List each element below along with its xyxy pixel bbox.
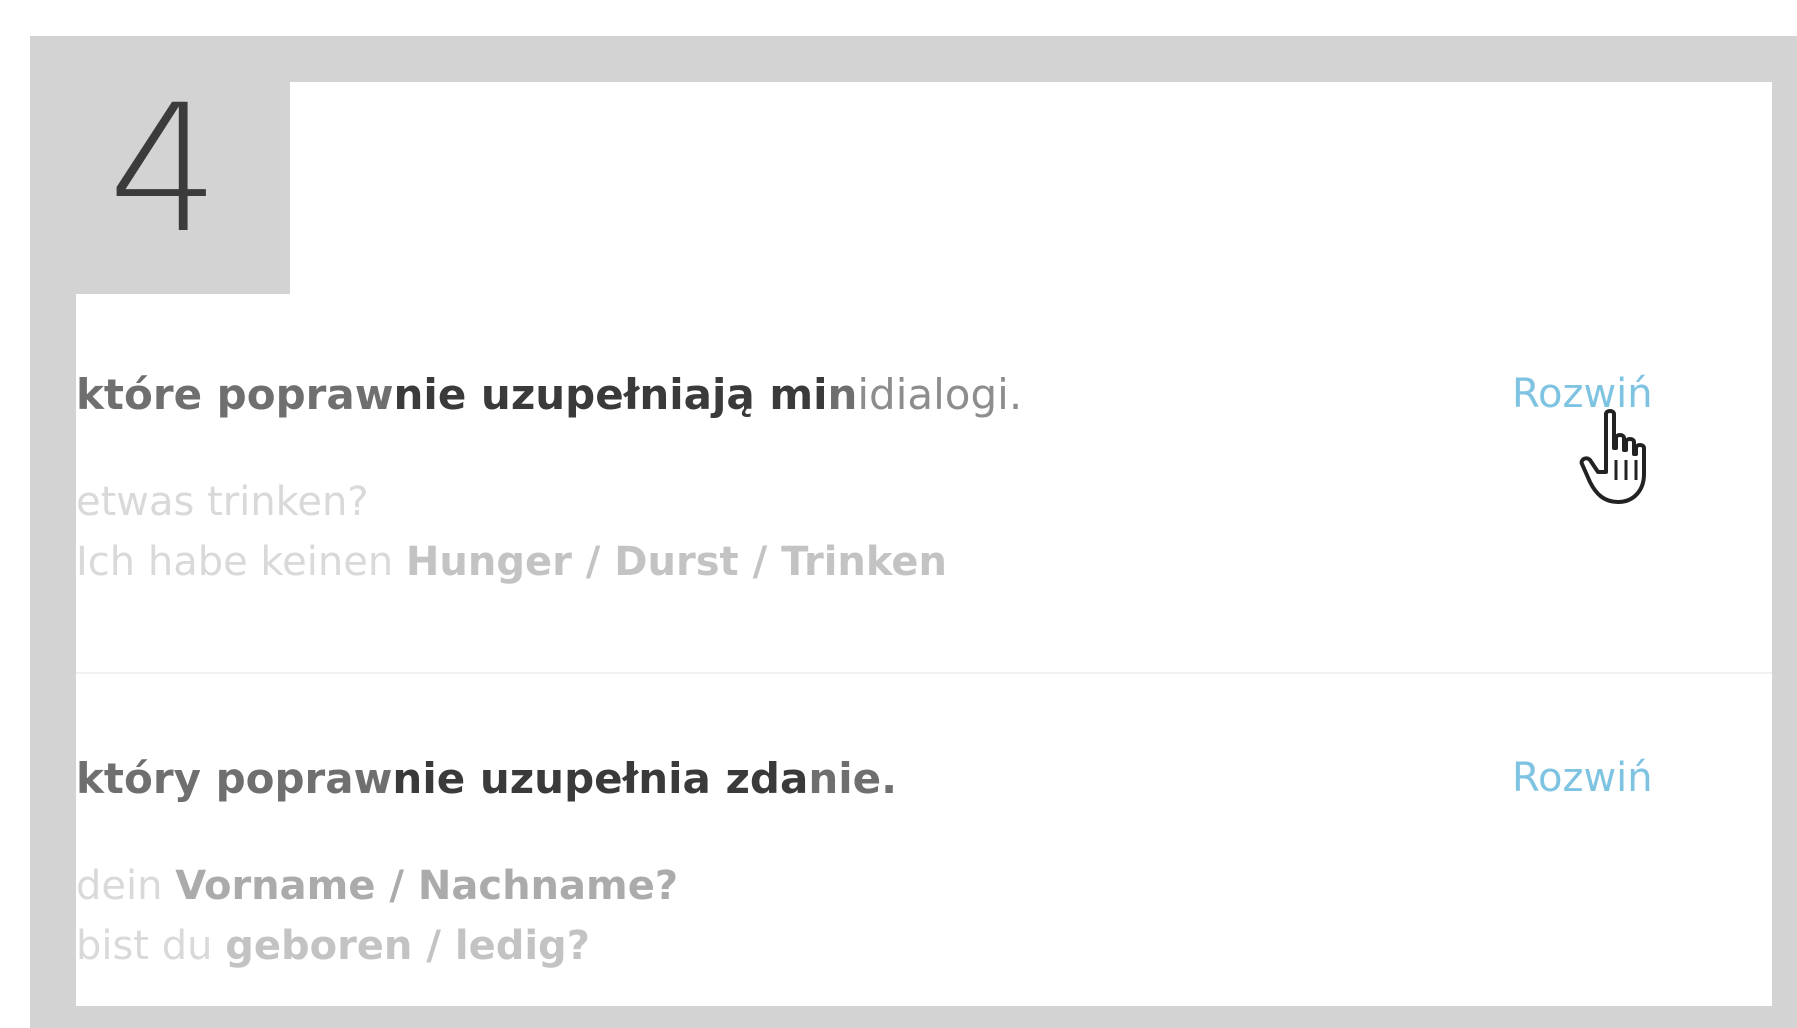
exercise-preview-line: etwas trinken? bbox=[76, 479, 369, 525]
step-number: 4 bbox=[108, 67, 220, 272]
hand-pointer-icon bbox=[1579, 409, 1646, 504]
exercise-preview-line: Ich habe keinen Hunger / Durst / Trinken bbox=[76, 539, 948, 585]
exercise-panel: które poprawnie uzupełniają minidialogi.… bbox=[76, 82, 1772, 1006]
exercise-instruction: które poprawnie uzupełniają minidialogi. bbox=[76, 370, 1023, 419]
exercise-instruction: który poprawnie uzupełnia zdanie. bbox=[76, 754, 898, 803]
expand-link[interactable]: Rozwiń bbox=[1512, 758, 1653, 798]
exercise-preview-line: bist du geboren / ledig? bbox=[76, 923, 590, 969]
exercise-divider bbox=[76, 672, 1772, 674]
exercise-preview-line: dein Vorname / Nachname? bbox=[76, 863, 679, 909]
